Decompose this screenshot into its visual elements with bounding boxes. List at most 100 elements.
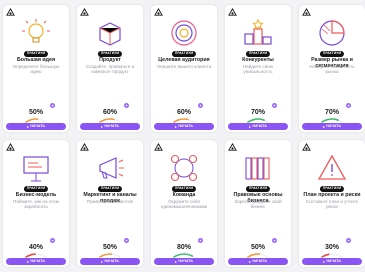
play-icon: [322, 260, 325, 263]
start-button-label: НАЧАТЬ: [104, 124, 120, 128]
start-button-label: НАЧАТЬ: [326, 259, 342, 263]
card-title: Большая идея: [16, 57, 56, 63]
start-button[interactable]: НАЧАТЬ: [154, 258, 214, 265]
play-icon: [100, 260, 103, 263]
course-card[interactable]: ПРАКТИУМ Размер рынка и сегментация Изме…: [299, 5, 365, 132]
start-button[interactable]: НАЧАТЬ: [302, 258, 362, 265]
card-description: Определите большую идею: [12, 64, 60, 75]
course-card[interactable]: ПРАКТИУМ Продукт Создайте, проверьте и и…: [77, 5, 143, 132]
start-button[interactable]: НАЧАТЬ: [228, 258, 288, 265]
start-button[interactable]: НАЧАТЬ: [302, 123, 362, 130]
start-button[interactable]: НАЧАТЬ: [228, 123, 288, 130]
podium-icon: [244, 18, 272, 45]
course-card[interactable]: ПРАКТИУМ Команда Окружите себя единомышл…: [151, 140, 217, 267]
info-dot-icon[interactable]: [198, 238, 203, 243]
start-button-label: НАЧАТЬ: [30, 124, 46, 128]
badge: ПРАКТИУМ: [319, 186, 345, 192]
play-icon: [248, 260, 251, 263]
card-description: Найдите свою уникальность: [242, 64, 274, 75]
presentation-board-icon: [23, 156, 49, 182]
megaphone-icon: [99, 157, 124, 179]
card-title: Целевая аудитория: [158, 57, 210, 63]
start-button[interactable]: НАЧАТЬ: [80, 258, 140, 265]
badge: ПРАКТИУМ: [23, 186, 49, 192]
brand-logo-icon: [154, 143, 163, 151]
pie-chart-icon: [319, 20, 345, 46]
info-dot-icon[interactable]: [124, 238, 129, 243]
badge: ПРАКТИУМ: [319, 51, 345, 57]
play-icon: [322, 125, 325, 128]
course-card-grid: ПРАКТИУМ Большая идея Определите большую…: [3, 3, 365, 269]
start-button-label: НАЧАТЬ: [252, 259, 268, 263]
course-card[interactable]: ПРАКТИУМ Большая идея Определите большую…: [3, 5, 69, 132]
card-title: Продукт: [99, 57, 121, 63]
course-card[interactable]: ПРАКТИУМ Конкуренты Найдите свою уникаль…: [225, 5, 291, 132]
card-description: Опишите вашего клиента: [156, 64, 212, 69]
card-description: Привлеките клиентов: [87, 199, 133, 204]
team-circles-icon: [170, 154, 198, 182]
brand-logo-icon: [228, 8, 237, 16]
card-title: Бизнес-модель: [15, 192, 57, 198]
card-title: План проекта и риски: [303, 192, 361, 198]
progress-percent: 50%: [102, 244, 117, 251]
progress-percent: 60%: [102, 109, 117, 116]
start-button-label: НАЧАТЬ: [30, 259, 46, 263]
card-description: Зарегистрируйте свой бизнес: [234, 199, 282, 210]
progress-percent: 80%: [176, 244, 191, 251]
brand-logo-icon: [80, 143, 89, 151]
progress-percent: 60%: [176, 109, 191, 116]
start-button[interactable]: НАЧАТЬ: [80, 123, 140, 130]
badge: ПРАКТИУМ: [245, 51, 271, 57]
product-box-icon: [99, 22, 121, 46]
start-button-label: НАЧАТЬ: [326, 124, 342, 128]
start-button[interactable]: НАЧАТЬ: [6, 123, 66, 130]
brand-logo-icon: [80, 8, 89, 16]
card-description: Окружите себя единомышленниками: [160, 199, 208, 210]
lightbulb-icon: [22, 19, 50, 43]
course-card[interactable]: ПРАКТИУМ Правовые основы бизнеса Зарегис…: [225, 140, 291, 267]
card-description: Составьте план и учтите риски: [305, 199, 359, 210]
card-description: Создайте, проверьте и измерьте продукт: [85, 64, 135, 75]
course-card[interactable]: ПРАКТИУМ Целевая аудитория Опишите вашег…: [151, 5, 217, 132]
progress-percent: 50%: [250, 244, 265, 251]
info-dot-icon[interactable]: [50, 103, 55, 108]
info-dot-icon[interactable]: [346, 103, 351, 108]
start-button[interactable]: НАЧАТЬ: [6, 258, 66, 265]
course-card[interactable]: ПРАКТИУМ Маркетинг и каналы продаж Привл…: [77, 140, 143, 267]
books-icon: [245, 157, 270, 180]
progress-percent: 30%: [324, 244, 339, 251]
badge: ПРАКТИУМ: [245, 186, 271, 192]
target-icon: [171, 20, 197, 46]
info-dot-icon[interactable]: [272, 238, 277, 243]
info-dot-icon[interactable]: [50, 238, 55, 243]
brand-logo-icon: [228, 143, 237, 151]
info-dot-icon[interactable]: [198, 103, 203, 108]
info-dot-icon[interactable]: [346, 238, 351, 243]
start-button-label: НАЧАТЬ: [252, 124, 268, 128]
play-icon: [26, 125, 29, 128]
brand-logo-icon: [154, 8, 163, 16]
play-icon: [174, 125, 177, 128]
play-icon: [174, 260, 177, 263]
card-description: Поймите, как на этом заработать: [13, 199, 59, 210]
play-icon: [248, 125, 251, 128]
play-icon: [26, 260, 29, 263]
badge: ПРАКТИУМ: [171, 186, 197, 192]
start-button[interactable]: НАЧАТЬ: [154, 123, 214, 130]
progress-percent: 70%: [250, 109, 265, 116]
brand-logo-icon: [6, 143, 15, 151]
info-dot-icon[interactable]: [124, 103, 129, 108]
brand-logo-icon: [302, 143, 311, 151]
start-button-label: НАЧАТЬ: [178, 259, 194, 263]
play-icon: [100, 125, 103, 128]
brand-logo-icon: [302, 8, 311, 16]
brand-logo-icon: [6, 8, 15, 16]
start-button-label: НАЧАТЬ: [178, 124, 194, 128]
card-title: Команда: [172, 192, 196, 198]
badge: ПРАКТИУМ: [171, 51, 197, 57]
course-card[interactable]: ПРАКТИУМ Бизнес-модель Поймите, как на э…: [3, 140, 69, 267]
warning-triangle-icon: [317, 154, 347, 180]
progress-percent: 70%: [324, 109, 339, 116]
course-card[interactable]: ПРАКТИУМ План проекта и риски Составьте …: [299, 140, 365, 267]
info-dot-icon[interactable]: [272, 103, 277, 108]
